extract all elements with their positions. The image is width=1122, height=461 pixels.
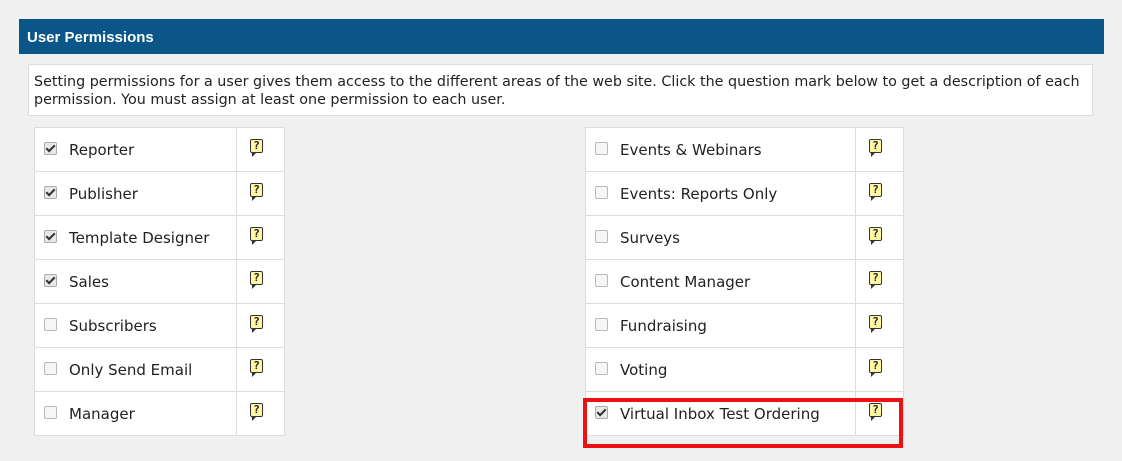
help-cell: ? (855, 259, 904, 304)
permission-checkbox[interactable] (595, 141, 608, 155)
permission-label: Events & Webinars (620, 140, 762, 159)
permission-row: Fundraising? (585, 303, 904, 348)
help-question-icon[interactable]: ? (869, 315, 882, 333)
permission-label: Reporter (69, 140, 135, 159)
permission-cell: Sales (34, 259, 237, 304)
permission-checkbox[interactable] (44, 273, 57, 287)
help-cell: ? (236, 171, 285, 216)
permission-row: Surveys? (585, 215, 904, 260)
permission-label: Subscribers (69, 316, 157, 335)
help-cell: ? (855, 215, 904, 260)
help-cell: ? (236, 259, 285, 304)
help-cell: ? (855, 171, 904, 216)
help-question-icon[interactable]: ? (869, 227, 882, 245)
right-permissions-table: Events & Webinars? Events: Reports Only? S… (585, 127, 904, 436)
permission-cell: Events & Webinars (585, 127, 856, 172)
permission-checkbox[interactable] (44, 229, 57, 243)
help-cell: ? (236, 347, 285, 392)
permission-row: Template Designer? (34, 215, 285, 260)
permission-label: Surveys (620, 228, 680, 247)
help-cell: ? (855, 347, 904, 392)
permission-cell: Events: Reports Only (585, 171, 856, 216)
help-question-icon[interactable]: ? (250, 359, 263, 377)
permission-cell: Reporter (34, 127, 237, 172)
permission-checkbox[interactable] (595, 317, 608, 331)
permission-checkbox[interactable] (44, 361, 57, 375)
help-cell: ? (236, 391, 285, 436)
permission-checkbox[interactable] (595, 185, 608, 199)
permission-cell: Only Send Email (34, 347, 237, 392)
permission-cell: Template Designer (34, 215, 237, 260)
help-question-icon[interactable]: ? (869, 183, 882, 201)
help-question-icon[interactable]: ? (250, 315, 263, 333)
permission-row: Content Manager? (585, 259, 904, 304)
panel-header: User Permissions (19, 19, 1104, 54)
help-question-icon[interactable]: ? (250, 183, 263, 201)
user-permissions-panel: User Permissions Setting permissions for… (19, 19, 1104, 461)
permission-cell: Subscribers (34, 303, 237, 348)
permission-row: Manager? (34, 391, 285, 436)
permission-row: Voting? (585, 347, 904, 392)
permission-cell: Fundraising (585, 303, 856, 348)
help-cell: ? (855, 303, 904, 348)
intro-text: Setting permissions for a user gives the… (28, 64, 1093, 116)
help-question-icon[interactable]: ? (250, 139, 263, 157)
help-cell: ? (236, 215, 285, 260)
permission-checkbox[interactable] (44, 405, 57, 419)
help-cell: ? (236, 127, 285, 172)
permission-label: Content Manager (620, 272, 751, 291)
permission-row: Events: Reports Only? (585, 171, 904, 216)
permission-checkbox[interactable] (44, 317, 57, 331)
permission-checkbox[interactable] (44, 185, 57, 199)
permission-label: Events: Reports Only (620, 184, 778, 203)
permission-label: Publisher (69, 184, 138, 203)
permission-label: Template Designer (69, 228, 210, 247)
help-question-icon[interactable]: ? (869, 359, 882, 377)
permission-cell: Publisher (34, 171, 237, 216)
permission-label: Sales (69, 272, 109, 291)
permission-row: Events & Webinars? (585, 127, 904, 172)
permission-label: Only Send Email (69, 360, 193, 379)
permission-cell: Manager (34, 391, 237, 436)
permission-label: Voting (620, 360, 668, 379)
permission-row: Only Send Email? (34, 347, 285, 392)
highlight-box (583, 398, 903, 448)
permission-checkbox[interactable] (595, 229, 608, 243)
left-permissions-table: Reporter? Publisher? Template Designer? Sal… (34, 127, 285, 436)
permission-cell: Surveys (585, 215, 856, 260)
permission-checkbox[interactable] (44, 141, 57, 155)
permission-checkbox[interactable] (595, 361, 608, 375)
help-cell: ? (236, 303, 285, 348)
help-question-icon[interactable]: ? (250, 271, 263, 289)
permission-label: Manager (69, 404, 135, 423)
help-question-icon[interactable]: ? (250, 403, 263, 421)
permission-row: Publisher? (34, 171, 285, 216)
help-cell: ? (855, 127, 904, 172)
permission-label: Fundraising (620, 316, 707, 335)
help-question-icon[interactable]: ? (250, 227, 263, 245)
help-question-icon[interactable]: ? (869, 139, 882, 157)
permission-checkbox[interactable] (595, 273, 608, 287)
permission-row: Reporter? (34, 127, 285, 172)
permission-row: Subscribers? (34, 303, 285, 348)
help-question-icon[interactable]: ? (869, 271, 882, 289)
permission-cell: Content Manager (585, 259, 856, 304)
permission-cell: Voting (585, 347, 856, 392)
permission-row: Sales? (34, 259, 285, 304)
